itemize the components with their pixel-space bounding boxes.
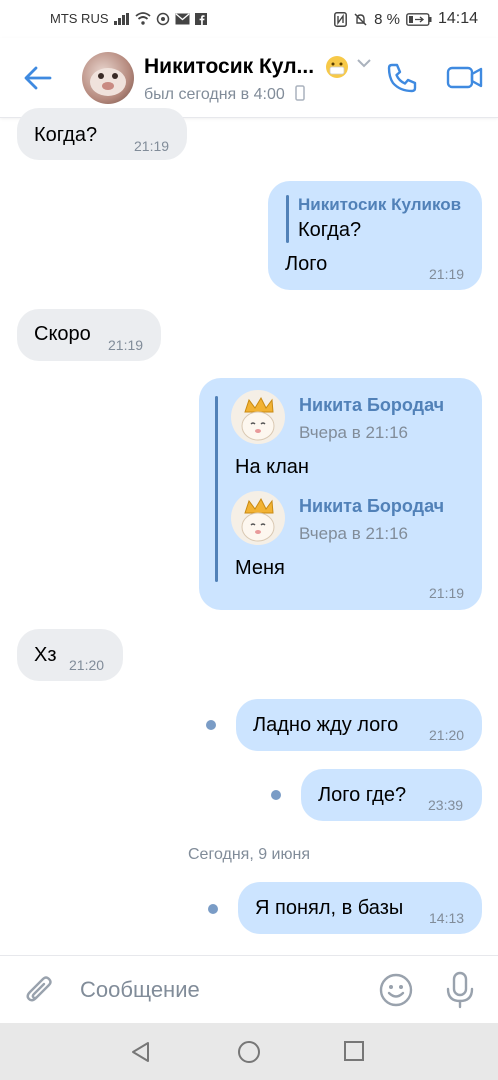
attach-button[interactable] (22, 972, 58, 1008)
facebook-icon (194, 12, 207, 25)
mobile-phone-icon (295, 85, 305, 101)
reply-quote-bar (286, 195, 289, 243)
nav-home-icon[interactable] (236, 1039, 262, 1065)
forwarded-author-avatar[interactable] (231, 491, 285, 545)
status-bar: MTS RUS 8 % 14:14 (0, 0, 498, 38)
message-text: Я понял, в базы (255, 897, 404, 919)
message-outgoing[interactable]: Ладно жду лого 21:20 (236, 699, 482, 751)
chevron-down-icon[interactable] (356, 58, 372, 68)
forwarded-author-name[interactable]: Никита Бородач (299, 395, 444, 416)
chat-header: Никитосик Кул... был сегодня в 4:00 (0, 38, 498, 118)
date-separator: Сегодня, 9 июня (188, 846, 310, 863)
video-camera-icon (446, 66, 483, 89)
forwarded-text: Меня (235, 557, 285, 579)
back-button[interactable] (18, 58, 58, 98)
carrier-label: MTS RUS (50, 11, 109, 26)
chat-title[interactable]: Никитосик Кул... (144, 55, 314, 79)
arrow-left-icon (24, 66, 52, 90)
smiley-icon (379, 973, 413, 1007)
message-text: Скоро (34, 323, 91, 345)
paperclip-icon (26, 976, 52, 1002)
message-outgoing-reply[interactable]: Никитосик Куликов Когда? Лого 21:19 (268, 181, 482, 290)
message-composer (0, 955, 498, 1023)
emoji-button[interactable] (378, 972, 414, 1008)
message-incoming[interactable]: Когда? 21:19 (17, 108, 187, 160)
nfc-icon (334, 11, 348, 27)
reply-text: Когда? (298, 219, 362, 241)
message-outgoing[interactable]: Лого где? 23:39 (301, 769, 482, 821)
message-incoming[interactable]: Скоро 21:19 (17, 309, 161, 361)
forwarded-author-avatar[interactable] (231, 390, 285, 444)
message-outgoing-forwarded[interactable]: Никита Бородач Вчера в 21:16 На клан Ник… (199, 378, 482, 610)
nav-back-icon[interactable] (128, 1039, 154, 1065)
unread-indicator (271, 790, 281, 800)
wifi-icon (134, 12, 151, 25)
message-outgoing[interactable]: Я понял, в базы 14:13 (238, 882, 482, 934)
message-time: 21:20 (69, 657, 105, 673)
battery-icon (406, 12, 432, 26)
forward-quote-bar (215, 396, 218, 582)
video-call-button[interactable] (446, 62, 486, 98)
message-incoming[interactable]: Хз 21:20 (17, 629, 123, 681)
message-text: Лого (285, 253, 328, 275)
message-time: 21:19 (429, 585, 465, 601)
last-seen-status: был сегодня в 4:00 (144, 85, 305, 104)
clock: 14:14 (437, 10, 478, 27)
message-time: 21:19 (108, 337, 144, 353)
forwarded-date: Вчера в 21:16 (299, 423, 409, 442)
message-time: 23:39 (428, 797, 464, 813)
phone-icon (387, 63, 417, 93)
contact-avatar[interactable] (82, 52, 134, 104)
battery-percent: 8 % (374, 10, 400, 28)
forwarded-date: Вчера в 21:16 (299, 524, 409, 543)
mask-emoji-icon (326, 56, 348, 78)
message-text: Лого где? (318, 784, 407, 806)
forwarded-text: На клан (235, 456, 309, 478)
unread-indicator (206, 720, 216, 730)
viber-icon (156, 12, 169, 25)
nav-recent-apps-icon[interactable] (342, 1039, 366, 1063)
message-text: Ладно жду лого (253, 714, 399, 736)
message-text: Когда? (34, 124, 98, 146)
system-navigation-bar (0, 1023, 498, 1080)
forwarded-author-name[interactable]: Никита Бородач (299, 496, 444, 517)
signal-icon (113, 12, 129, 25)
unread-indicator (208, 904, 218, 914)
message-time: 21:20 (429, 727, 465, 743)
voice-message-button[interactable] (442, 970, 478, 1010)
call-button[interactable] (384, 60, 424, 100)
message-input[interactable] (80, 974, 360, 1006)
microphone-icon (446, 971, 474, 1009)
mute-icon (354, 12, 367, 26)
message-text: Хз (34, 644, 57, 666)
message-time: 21:19 (134, 138, 170, 154)
message-time: 21:19 (429, 266, 465, 282)
mail-icon (175, 13, 189, 24)
reply-author[interactable]: Никитосик Куликов (298, 195, 461, 215)
message-time: 14:13 (429, 910, 465, 926)
